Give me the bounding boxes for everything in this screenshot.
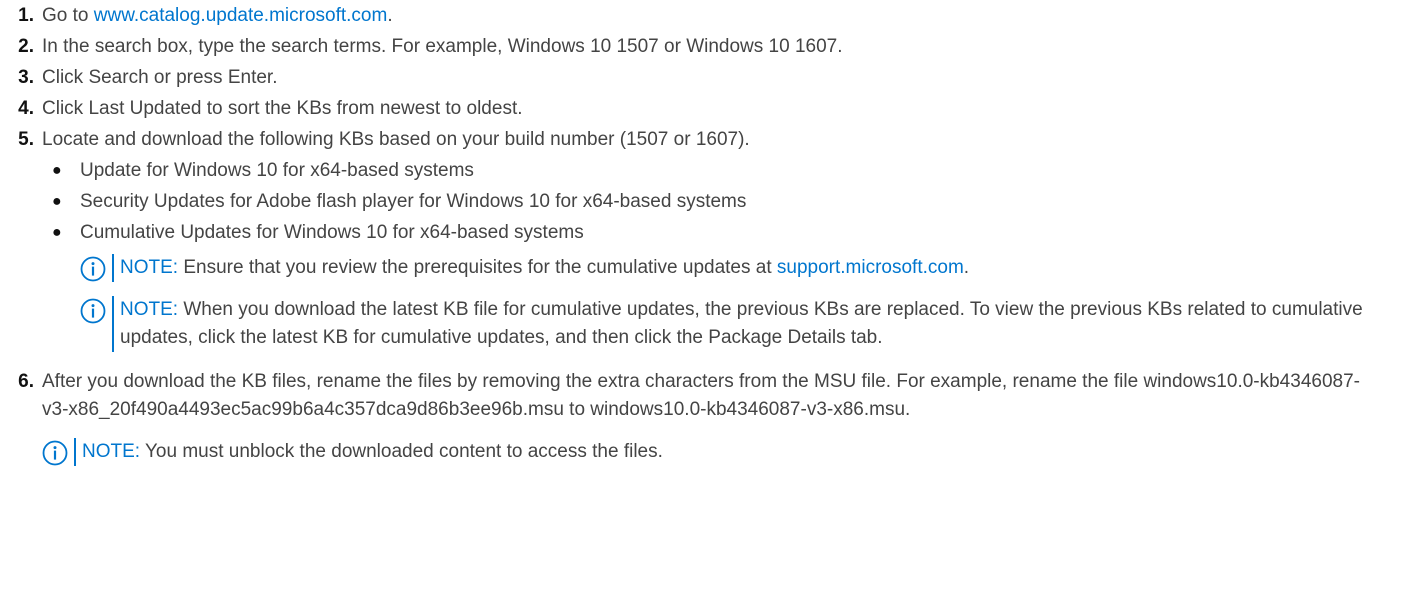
step-number: 2. — [18, 36, 34, 57]
step-2: 2. In the search box, type the search te… — [0, 33, 1415, 64]
note-text: Ensure that you review the prerequisites… — [178, 257, 777, 278]
note-text-suffix: . — [963, 257, 970, 278]
bullet-icon: ● — [52, 193, 62, 210]
note-unblock: NOTE: You must unblock the downloaded co… — [42, 438, 1415, 466]
kb-bullet-list: ● Update for Windows 10 for x64-based sy… — [0, 157, 1415, 250]
step-text: Locate and download the following KBs ba… — [42, 129, 750, 150]
note-text: When you download the latest KB file for… — [120, 299, 1363, 348]
info-circle-icon — [80, 256, 106, 282]
info-circle-icon — [42, 440, 68, 466]
step-text: Click Search or press Enter. — [42, 67, 278, 88]
bullet-icon: ● — [52, 224, 62, 241]
note-kb-replaced: NOTE: When you download the latest KB fi… — [80, 296, 1375, 352]
instructions-document: 1. Go to www.catalog.update.microsoft.co… — [0, 0, 1415, 466]
step-text: Go to — [42, 5, 94, 26]
step-number: 3. — [18, 67, 34, 88]
list-item-text: Update for Windows 10 for x64-based syst… — [80, 160, 474, 181]
note-divider — [112, 296, 114, 352]
list-item: ● Cumulative Updates for Windows 10 for … — [0, 219, 1415, 250]
step-text: Click Last Updated to sort the KBs from … — [42, 98, 523, 119]
step-number: 6. — [18, 371, 34, 392]
note-text: You must unblock the downloaded content … — [140, 441, 663, 462]
info-circle-icon — [80, 298, 106, 324]
list-item: ● Security Updates for Adobe flash playe… — [0, 188, 1415, 219]
catalog-link[interactable]: www.catalog.update.microsoft.com — [94, 5, 388, 26]
list-item: ● Update for Windows 10 for x64-based sy… — [0, 157, 1415, 188]
note-divider — [112, 254, 114, 282]
step-number: 1. — [18, 5, 34, 26]
list-item-text: Cumulative Updates for Windows 10 for x6… — [80, 222, 584, 243]
step-text: After you download the KB files, rename … — [42, 371, 1360, 420]
note-divider — [74, 438, 76, 466]
step-text-suffix: . — [387, 5, 393, 26]
support-link[interactable]: support.microsoft.com — [777, 257, 964, 278]
list-item-text: Security Updates for Adobe flash player … — [80, 191, 747, 212]
note-label: NOTE: — [120, 257, 179, 278]
step-6: 6. After you download the KB files, rena… — [0, 368, 1375, 424]
note-label: NOTE: — [120, 299, 179, 320]
step-5: 5. Locate and download the following KBs… — [0, 126, 1415, 157]
note-prerequisites: NOTE: Ensure that you review the prerequ… — [80, 254, 1415, 282]
step-number: 4. — [18, 98, 34, 119]
step-text: In the search box, type the search terms… — [42, 36, 843, 57]
note-label: NOTE: — [82, 441, 141, 462]
bullet-icon: ● — [52, 162, 62, 179]
step-1: 1. Go to www.catalog.update.microsoft.co… — [0, 2, 1415, 33]
step-3: 3. Click Search or press Enter. — [0, 64, 1415, 95]
step-number: 5. — [18, 129, 34, 150]
step-4: 4. Click Last Updated to sort the KBs fr… — [0, 95, 1415, 126]
